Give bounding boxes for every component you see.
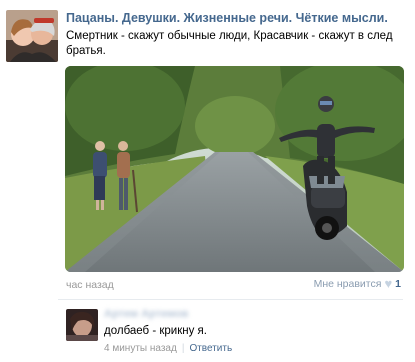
- comment-avatar[interactable]: [66, 309, 98, 341]
- heart-icon: ♥: [384, 276, 393, 291]
- post-text: Смертник - скажут обычные люди, Красавчи…: [66, 30, 393, 57]
- comment-meta: 4 минуты назад | Ответить: [104, 343, 232, 354]
- post: Пацаны. Девушки. Жизненные речи. Чёткие …: [0, 0, 415, 362]
- post-author-link[interactable]: Пацаны. Девушки. Жизненные речи. Чёткие …: [66, 11, 388, 25]
- post-time[interactable]: час назад: [66, 279, 114, 291]
- community-avatar[interactable]: [6, 10, 58, 62]
- like-button[interactable]: Мне нравится ♥ 1: [314, 277, 401, 290]
- photo-image-icon: [65, 66, 404, 272]
- comment-text: долбаеб - крикну я.: [104, 325, 207, 337]
- meta-separator: |: [181, 343, 185, 354]
- like-count: 1: [395, 277, 401, 290]
- comment-time[interactable]: 4 минуты назад: [104, 343, 177, 354]
- comment-author[interactable]: Артем Артемов: [104, 308, 188, 320]
- like-label: Мне нравится: [313, 277, 382, 290]
- post-photo[interactable]: [65, 66, 404, 272]
- divider: [58, 299, 403, 300]
- reply-link[interactable]: Ответить: [189, 343, 232, 354]
